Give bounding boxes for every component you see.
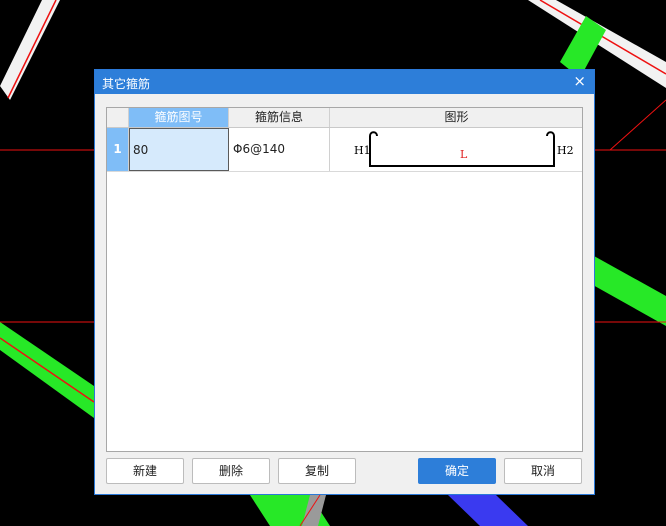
stirrup-info-cell[interactable]: Φ6@140 bbox=[229, 128, 330, 171]
ok-button[interactable]: 确定 bbox=[418, 458, 496, 484]
cancel-button[interactable]: 取消 bbox=[504, 458, 582, 484]
copy-button[interactable]: 复制 bbox=[278, 458, 356, 484]
shape-label-h2: H2 bbox=[557, 144, 574, 157]
shape-cell[interactable]: H1 L H2 bbox=[330, 128, 583, 171]
header-stirrup-info[interactable]: 箍筋信息 bbox=[229, 108, 330, 127]
header-shape[interactable]: 图形 bbox=[330, 108, 583, 127]
other-stirrup-dialog: 其它箍筋 × 箍筋图号 箍筋信息 图形 1 80 Φ6@140 H1 L H2 bbox=[94, 69, 595, 495]
dialog-titlebar: 其它箍筋 × bbox=[95, 70, 594, 94]
dialog-title: 其它箍筋 bbox=[102, 77, 151, 91]
shape-label-h1: H1 bbox=[354, 144, 371, 157]
stirrup-grid: 箍筋图号 箍筋信息 图形 1 80 Φ6@140 H1 L H2 bbox=[106, 107, 583, 452]
new-button[interactable]: 新建 bbox=[106, 458, 184, 484]
header-figure-no[interactable]: 箍筋图号 bbox=[129, 108, 229, 127]
shape-label-l: L bbox=[460, 148, 468, 161]
stirrup-shape-drawing: H1 L H2 bbox=[354, 131, 574, 167]
delete-button[interactable]: 删除 bbox=[192, 458, 270, 484]
close-icon[interactable]: × bbox=[573, 72, 586, 90]
table-row[interactable]: 1 80 Φ6@140 H1 L H2 bbox=[107, 128, 582, 172]
row-index[interactable]: 1 bbox=[107, 128, 129, 171]
grid-header: 箍筋图号 箍筋信息 图形 bbox=[107, 108, 582, 128]
figure-no-cell[interactable]: 80 bbox=[129, 128, 229, 171]
header-corner bbox=[107, 108, 129, 127]
